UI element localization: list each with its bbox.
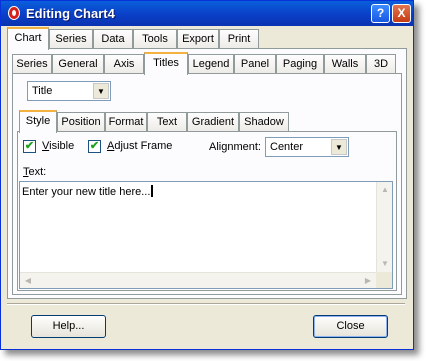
chevron-down-icon: ▼ bbox=[93, 83, 109, 99]
tab-shadow[interactable]: Shadow bbox=[239, 112, 289, 132]
scroll-up-icon[interactable]: ▲ bbox=[377, 182, 393, 198]
alignment-select[interactable]: Center ▼ bbox=[265, 137, 349, 157]
tab-chart-panel[interactable]: Panel bbox=[234, 54, 276, 74]
tab-position[interactable]: Position bbox=[57, 112, 105, 132]
adjust-frame-label: Adjust Frame bbox=[107, 140, 173, 152]
chevron-down-icon: ▼ bbox=[331, 139, 347, 155]
help-button-label: Help... bbox=[52, 320, 85, 332]
style-panel: ✔ Visible ✔ Adjust Frame Alignment: Cent… bbox=[17, 131, 397, 291]
tab-style[interactable]: Style bbox=[19, 110, 57, 133]
title-close-button[interactable]: X bbox=[392, 4, 411, 23]
title-selector-value: Title bbox=[32, 85, 53, 97]
tab-series[interactable]: Series bbox=[49, 29, 93, 49]
title-bar[interactable]: Editing Chart4 ? X bbox=[1, 1, 413, 26]
tab-chart-series[interactable]: Series bbox=[12, 54, 52, 74]
title-text-input[interactable]: Enter your new title here... ▲ ▼ ◀ ▶ bbox=[19, 181, 393, 289]
tab-chart-legend[interactable]: Legend bbox=[188, 54, 234, 74]
text-label: Text: bbox=[23, 166, 47, 178]
tab-export[interactable]: Export bbox=[177, 29, 219, 49]
main-tab-strip: Chart Series Data Tools Export Print bbox=[7, 27, 407, 50]
title-text-value: Enter your new title here... bbox=[22, 186, 151, 198]
tab-text[interactable]: Text bbox=[147, 112, 187, 132]
horizontal-scrollbar[interactable]: ◀ ▶ bbox=[20, 272, 376, 288]
tab-chart-axis[interactable]: Axis bbox=[104, 54, 144, 74]
close-button[interactable]: Close bbox=[313, 315, 388, 338]
alignment-value: Center bbox=[270, 141, 304, 153]
tab-chart-3d[interactable]: 3D bbox=[366, 54, 396, 74]
title-tab-strip: Style Position Format Text Gradient Shad… bbox=[19, 110, 397, 133]
tab-chart-general[interactable]: General bbox=[52, 54, 104, 74]
editing-chart-dialog: Editing Chart4 ? X Chart Series Data Too… bbox=[0, 0, 414, 350]
help-button[interactable]: Help... bbox=[31, 315, 106, 338]
tab-print[interactable]: Print bbox=[219, 29, 259, 49]
chart-tab-strip: Series General Axis Titles Legend Panel … bbox=[12, 52, 404, 75]
tab-data[interactable]: Data bbox=[93, 29, 133, 49]
title-help-button[interactable]: ? bbox=[371, 4, 390, 23]
vertical-scrollbar[interactable]: ▲ ▼ bbox=[376, 182, 392, 272]
scroll-corner bbox=[376, 272, 392, 288]
scroll-left-icon[interactable]: ◀ bbox=[20, 273, 36, 289]
scroll-right-icon[interactable]: ▶ bbox=[360, 273, 376, 289]
tab-format[interactable]: Format bbox=[105, 112, 147, 132]
tab-chart-titles[interactable]: Titles bbox=[144, 52, 188, 75]
button-separator bbox=[7, 303, 405, 305]
tab-chart[interactable]: Chart bbox=[7, 27, 49, 50]
adjust-frame-checkbox[interactable]: ✔ bbox=[88, 140, 101, 153]
tab-tools[interactable]: Tools bbox=[133, 29, 177, 49]
window-title: Editing Chart4 bbox=[26, 6, 115, 21]
tab-gradient[interactable]: Gradient bbox=[187, 112, 239, 132]
visible-checkbox[interactable]: ✔ bbox=[23, 140, 36, 153]
title-text-content: Enter your new title here... bbox=[22, 185, 154, 198]
alignment-label: Alignment: bbox=[209, 141, 261, 153]
tab-chart-paging[interactable]: Paging bbox=[276, 54, 324, 74]
chart-panel: Series General Axis Titles Legend Panel … bbox=[7, 48, 407, 299]
scroll-down-icon[interactable]: ▼ bbox=[377, 256, 393, 272]
titles-panel: Title ▼ Style Position Format Text Gradi… bbox=[12, 73, 402, 295]
visible-label: Visible bbox=[42, 140, 75, 152]
title-selector[interactable]: Title ▼ bbox=[27, 81, 111, 101]
tab-chart-walls[interactable]: Walls bbox=[324, 54, 366, 74]
teechart-app-icon bbox=[8, 6, 20, 20]
text-caret bbox=[151, 185, 154, 197]
